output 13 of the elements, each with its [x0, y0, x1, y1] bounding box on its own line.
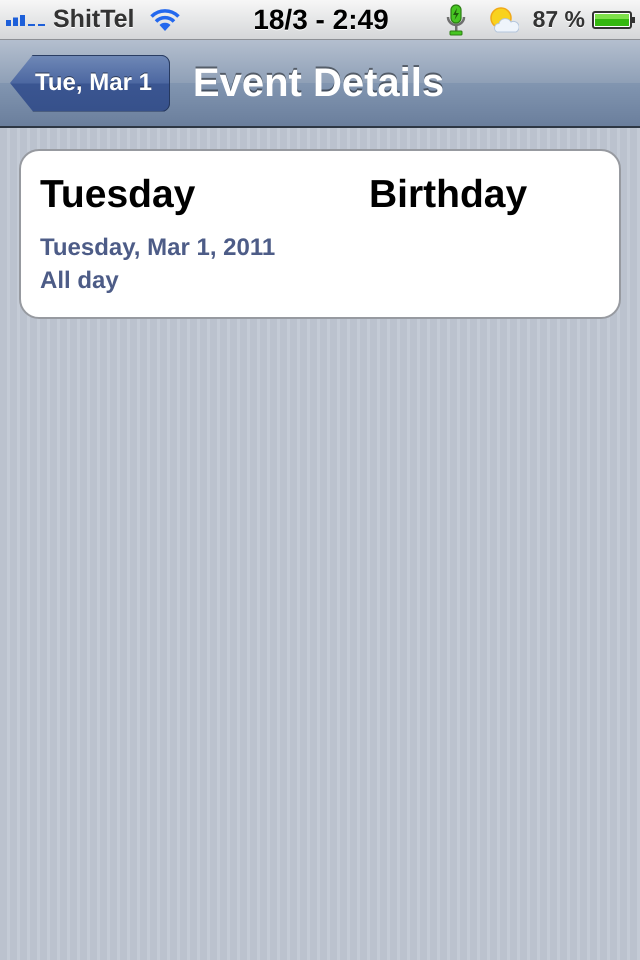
event-date: Tuesday, Mar 1, 2011 — [40, 233, 276, 263]
carrier-name: ShitTel — [53, 5, 134, 34]
sun-cloud-icon — [488, 6, 519, 34]
back-button[interactable]: Tue, Mar 1 — [10, 54, 170, 112]
battery-percent: 87 % — [532, 6, 585, 33]
wifi-icon — [149, 8, 182, 32]
battery-icon — [592, 10, 636, 28]
event-title: Tuesday — [40, 172, 196, 218]
event-time: All day — [40, 266, 120, 296]
signal-bars-icon — [6, 14, 46, 26]
status-time: 18/3 - 2:49 — [253, 4, 389, 36]
event-title: Birthday — [369, 172, 528, 218]
nav-title: Event Details — [192, 60, 444, 106]
